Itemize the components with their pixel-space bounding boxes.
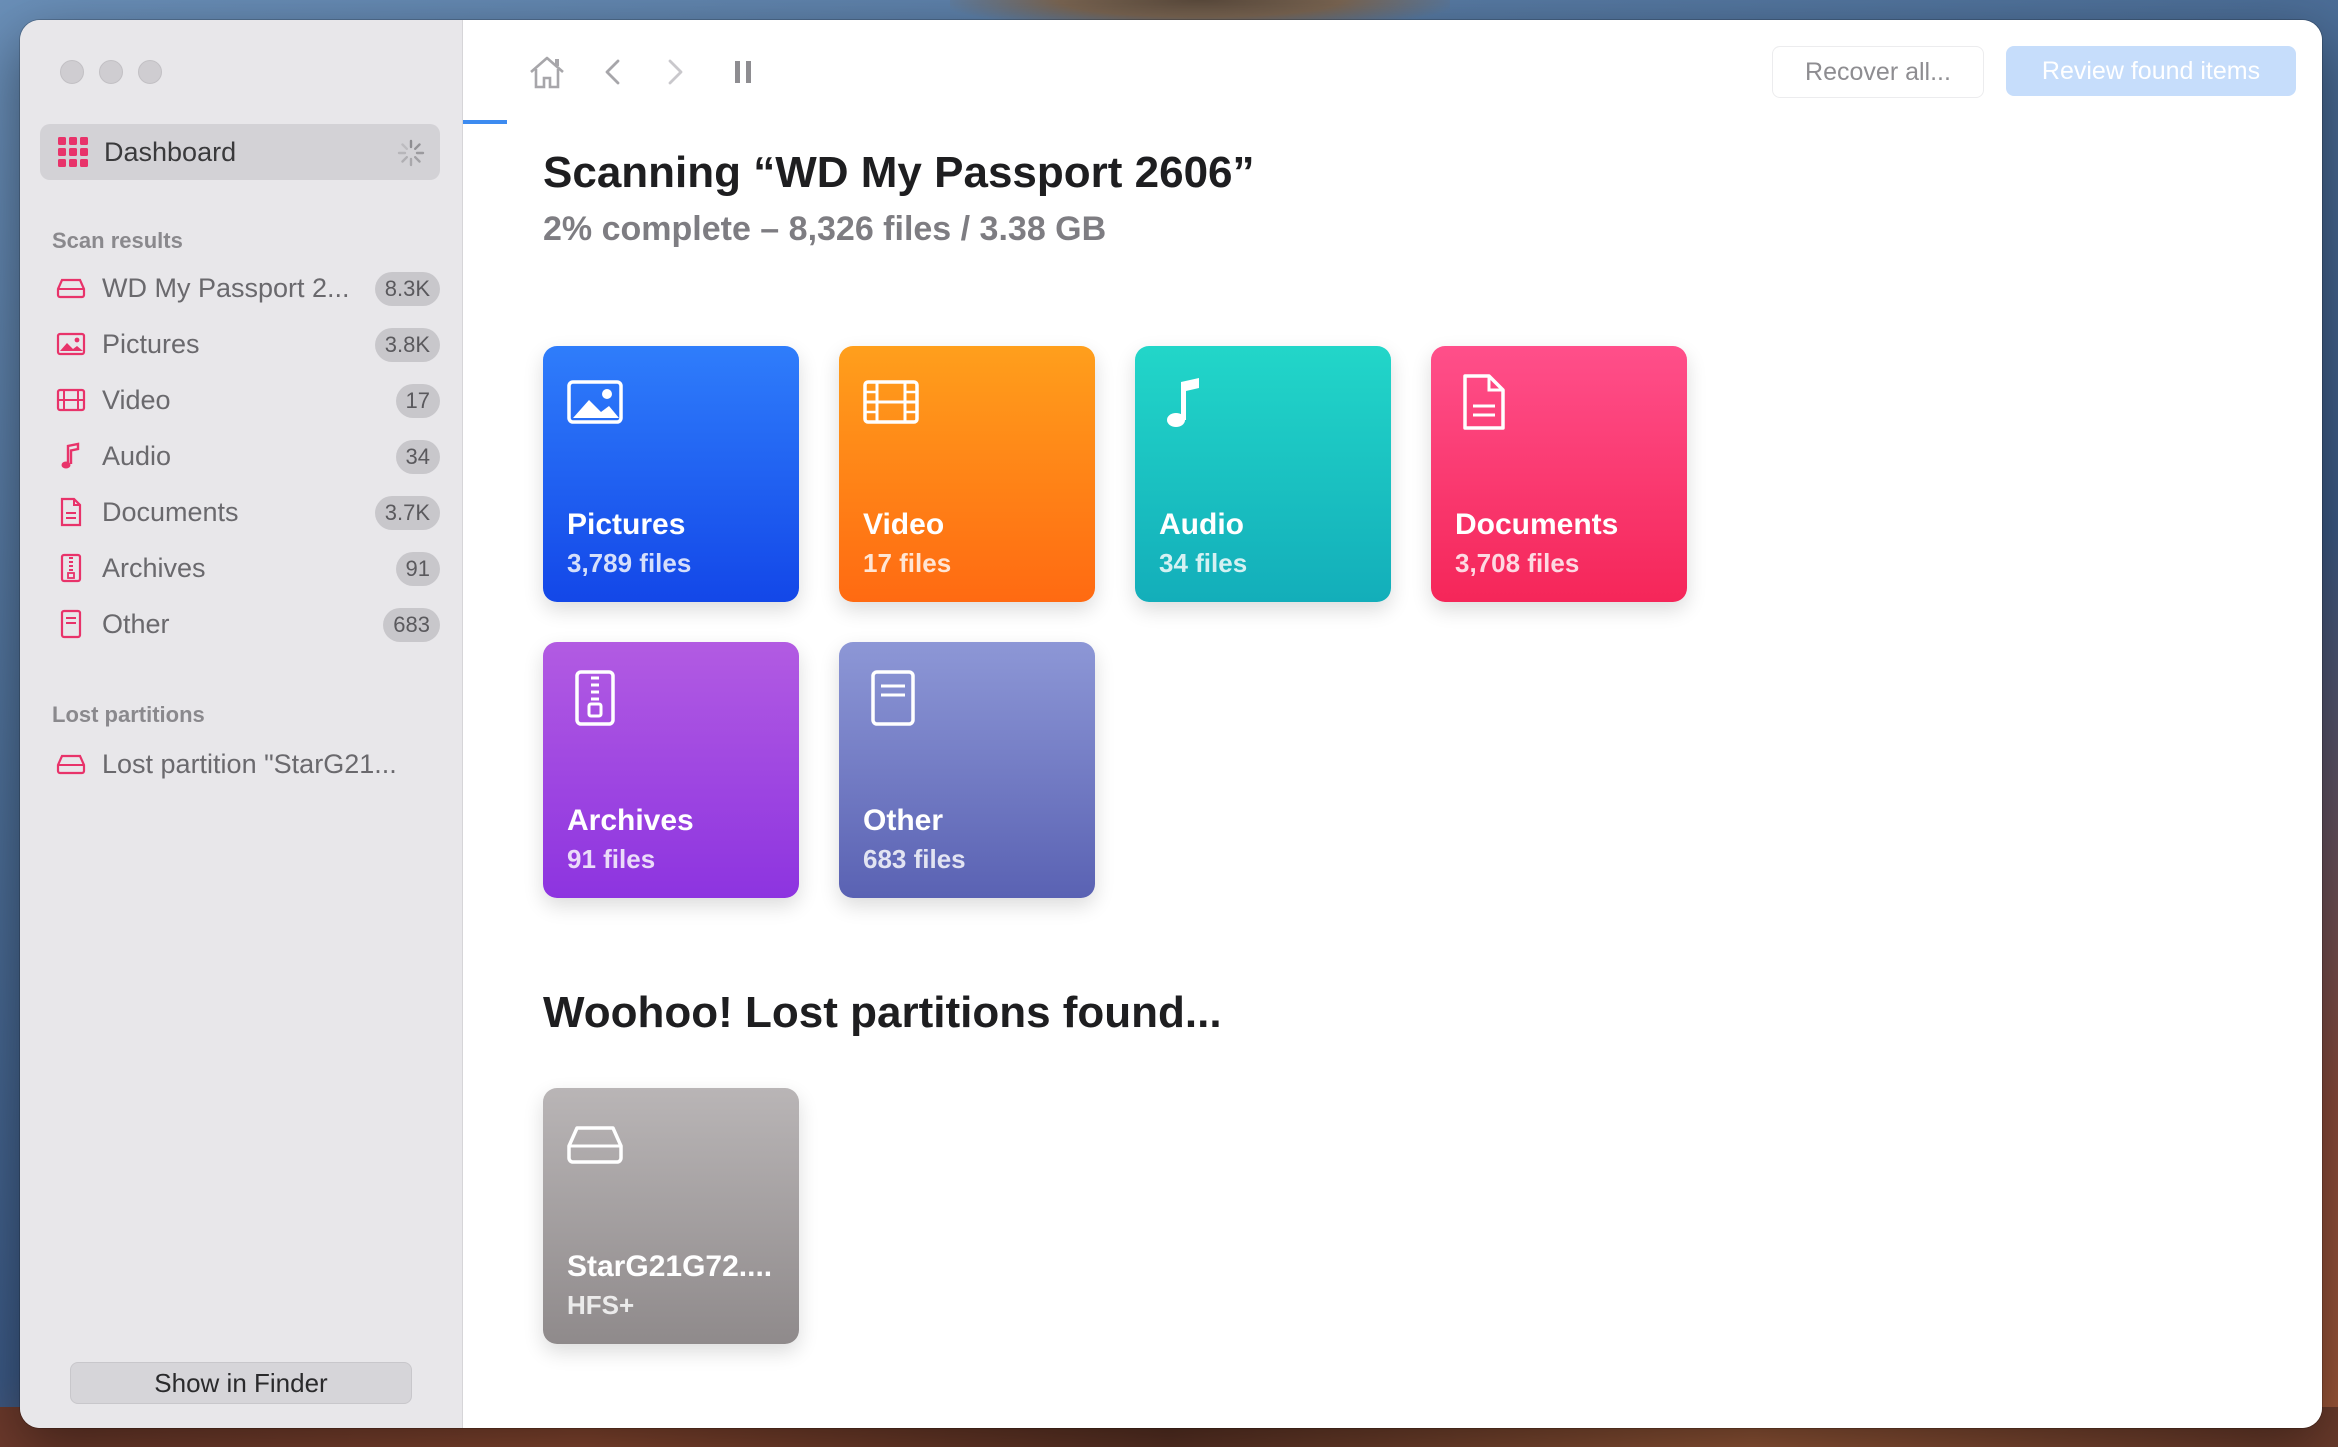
recover-all-button[interactable]: Recover all... <box>1772 46 1984 98</box>
tile-count: 34 files <box>1159 548 1248 578</box>
drive-icon <box>567 1126 623 1164</box>
lost-partition-tiles: StarG21G72.... HFS+ <box>543 1088 799 1344</box>
sidebar-item-label: Archives <box>102 552 206 583</box>
chevron-right-icon <box>668 59 683 85</box>
sidebar-item-label: Audio <box>102 440 172 471</box>
minimize-window-button[interactable] <box>99 60 123 84</box>
sidebar-item-documents[interactable]: Documents 3.7K <box>40 484 452 540</box>
sidebar-item-archives[interactable]: Archives 91 <box>40 540 452 596</box>
sidebar-item-label: Pictures <box>102 328 200 359</box>
drive-icon <box>56 273 86 303</box>
count-badge: 91 <box>395 552 440 586</box>
tile-name: Pictures <box>567 508 686 541</box>
review-found-items-button[interactable]: Review found items <box>2006 46 2296 96</box>
scan-status: 2% complete – 8,326 files / 3.38 GB <box>543 210 1107 248</box>
music-icon <box>56 441 86 471</box>
pause-button[interactable] <box>721 50 765 94</box>
count-badge: 683 <box>383 608 440 642</box>
scan-results-heading: Scan results <box>52 228 183 253</box>
home-icon <box>530 56 564 89</box>
sidebar-item-label: Video <box>102 384 171 415</box>
back-button[interactable] <box>591 50 635 94</box>
tile-name: Audio <box>1159 508 1244 541</box>
tile-name: Other <box>863 804 944 837</box>
zoom-window-button[interactable] <box>138 60 162 84</box>
scan-results-list: WD My Passport 2... 8.3K Pictures 3.8K V… <box>40 260 452 652</box>
tile-count: 683 files <box>863 844 966 874</box>
sidebar: Dashboard Scan results WD My Passport 2.… <box>20 20 463 1428</box>
tile-name: Video <box>863 508 945 541</box>
document-icon <box>56 497 86 527</box>
window-controls <box>60 60 162 84</box>
tile-name: Archives <box>567 804 694 837</box>
other-icon <box>56 609 86 639</box>
tile-video[interactable]: Video 17 files <box>839 346 1095 602</box>
sidebar-item-label: Documents <box>102 496 239 527</box>
tile-lost-partition[interactable]: StarG21G72.... HFS+ <box>543 1088 799 1344</box>
drive-icon <box>56 749 86 779</box>
toolbar: Recover all... Review found items <box>463 20 2322 124</box>
forward-button[interactable] <box>653 50 697 94</box>
sidebar-item-other[interactable]: Other 683 <box>40 596 452 652</box>
sidebar-item-label: Other <box>102 608 170 639</box>
tile-name: StarG21G72.... <box>567 1250 773 1283</box>
archive-icon <box>575 670 615 726</box>
lost-partitions-title: Woohoo! Lost partitions found... <box>543 988 1222 1037</box>
app-window: Dashboard Scan results WD My Passport 2.… <box>20 20 2322 1428</box>
tile-audio[interactable]: Audio 34 files <box>1135 346 1391 602</box>
film-icon <box>56 385 86 415</box>
tile-count: 3,789 files <box>567 548 692 578</box>
sidebar-item-label: WD My Passport 2... <box>102 272 350 303</box>
show-in-finder-button[interactable]: Show in Finder <box>70 1362 412 1404</box>
chevron-left-icon <box>605 59 620 85</box>
tile-count: 3,708 files <box>1455 548 1580 578</box>
count-badge: 17 <box>395 384 440 418</box>
grid-icon <box>58 137 88 167</box>
tile-name: Documents <box>1455 508 1619 541</box>
lost-partitions-heading: Lost partitions <box>52 702 205 727</box>
lost-partitions-list: Lost partition "StarG21... <box>40 736 452 792</box>
other-icon <box>871 670 915 726</box>
loading-spinner-icon <box>397 139 425 167</box>
count-badge: 3.7K <box>374 496 440 530</box>
close-window-button[interactable] <box>60 60 84 84</box>
pause-icon <box>735 61 751 83</box>
count-badge: 3.8K <box>374 328 440 362</box>
sidebar-item-dashboard[interactable]: Dashboard <box>40 124 440 180</box>
picture-icon <box>56 329 86 359</box>
sidebar-item-pictures[interactable]: Pictures 3.8K <box>40 316 452 372</box>
sidebar-item-label: Lost partition "StarG21... <box>102 748 397 779</box>
document-icon <box>1463 374 1505 430</box>
music-icon <box>1167 378 1199 427</box>
sidebar-item-lost-partition[interactable]: Lost partition "StarG21... <box>40 736 452 792</box>
sidebar-item-video[interactable]: Video 17 <box>40 372 452 428</box>
dashboard-label: Dashboard <box>104 136 237 167</box>
picture-icon <box>567 380 623 424</box>
film-icon <box>863 380 919 424</box>
category-tiles: Pictures 3,789 files Video 17 files Audi… <box>543 346 1743 898</box>
sidebar-item-drive[interactable]: WD My Passport 2... 8.3K <box>40 260 452 316</box>
count-badge: 34 <box>395 440 440 474</box>
main-content: Recover all... Review found items Scanni… <box>463 20 2322 1428</box>
page-title: Scanning “WD My Passport 2606” <box>543 148 1255 197</box>
scan-progress-bar <box>463 120 507 124</box>
tile-archives[interactable]: Archives 91 files <box>543 642 799 898</box>
tile-other[interactable]: Other 683 files <box>839 642 1095 898</box>
sidebar-item-audio[interactable]: Audio 34 <box>40 428 452 484</box>
home-button[interactable] <box>525 50 569 94</box>
tile-documents[interactable]: Documents 3,708 files <box>1431 346 1687 602</box>
archive-icon <box>56 553 86 583</box>
tile-count: 91 files <box>567 844 656 874</box>
tile-count: 17 files <box>863 548 952 578</box>
tile-pictures[interactable]: Pictures 3,789 files <box>543 346 799 602</box>
count-badge: 8.3K <box>374 272 440 306</box>
tile-format: HFS+ <box>567 1290 635 1320</box>
